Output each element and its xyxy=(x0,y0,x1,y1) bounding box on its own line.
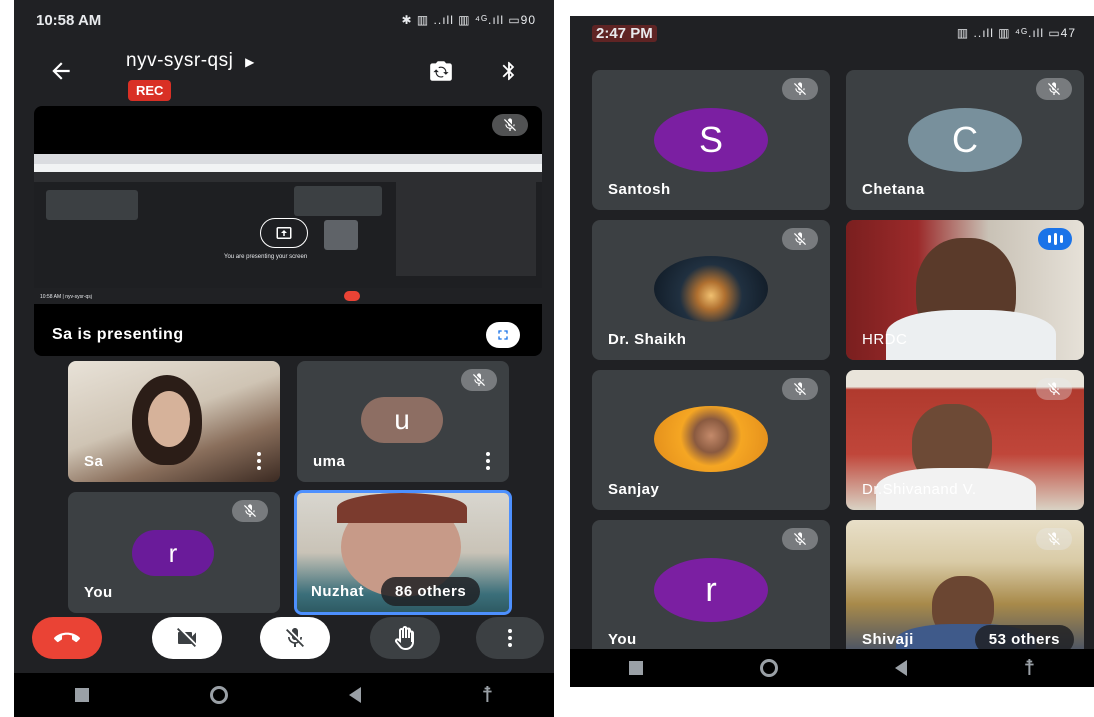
participant-name: Sanjay xyxy=(608,481,660,498)
participant-name: Nuzhat xyxy=(311,583,364,600)
participant-avatar: r xyxy=(132,530,214,576)
rec-badge: REC xyxy=(128,80,172,101)
right-phone-screen: 2:47 PM ▥ ..ıll ▥ ⁴ᴳ.ıll ▭47 S Santosh C… xyxy=(570,16,1094,687)
mic-off-icon xyxy=(782,78,818,100)
participant-avatar: C xyxy=(908,108,1022,172)
camera-toggle-button[interactable] xyxy=(152,617,222,659)
mic-off-icon xyxy=(782,378,818,400)
mic-off-icon xyxy=(461,369,497,391)
fullscreen-button[interactable] xyxy=(486,322,520,348)
participant-tile[interactable]: r You xyxy=(68,492,280,613)
accessibility-icon[interactable]: ☨ xyxy=(1024,655,1036,681)
android-nav-bar: ☨ xyxy=(14,673,554,717)
participant-tile[interactable]: Dr. Shaikh xyxy=(592,220,830,360)
home-icon[interactable] xyxy=(759,659,778,677)
mic-off-icon xyxy=(1036,528,1072,550)
home-icon[interactable] xyxy=(209,686,228,704)
participant-name: Chetana xyxy=(862,181,925,198)
more-options-icon[interactable] xyxy=(256,452,262,470)
mic-off-icon xyxy=(1036,378,1072,400)
status-icons: ▥ ..ıll ▥ ⁴ᴳ.ıll ▭47 xyxy=(956,26,1076,40)
presenting-notice: You are presenting your screen xyxy=(224,254,308,260)
status-time: 10:58 AM xyxy=(36,11,102,29)
more-vert-icon xyxy=(507,629,513,647)
left-phone-screen: 10:58 AM ✱ ▥ ..ıll ▥ ⁴ᴳ.ıll ▭90 nyv-sysr… xyxy=(14,0,554,717)
android-nav-bar: ☨ xyxy=(570,649,1094,687)
participant-avatar: u xyxy=(361,397,443,443)
face-shape xyxy=(148,391,190,447)
participant-name: Shivaji xyxy=(862,631,914,648)
mic-off-icon xyxy=(1036,78,1072,100)
shared-screen-preview: You are presenting your screen 10:58 AM … xyxy=(34,154,542,304)
more-options-icon[interactable] xyxy=(485,452,491,470)
participant-name: uma xyxy=(313,453,346,470)
status-icons: ✱ ▥ ..ıll ▥ ⁴ᴳ.ıll ▭90 xyxy=(401,13,536,27)
participant-tile[interactable]: Shivaji 53 others xyxy=(846,520,1084,660)
accessibility-icon[interactable]: ☨ xyxy=(482,682,494,708)
participant-avatar: r xyxy=(654,558,768,622)
participant-photo-avatar xyxy=(654,256,768,322)
participant-name: You xyxy=(84,584,113,601)
presenting-caption: Sa is presenting xyxy=(52,326,184,343)
participant-name: HRDC xyxy=(862,331,908,348)
back-icon[interactable] xyxy=(348,687,361,703)
meeting-title[interactable]: nyv-sysr-qsj ▶ xyxy=(126,50,255,72)
participant-name: Dr.Shivanand V. xyxy=(862,481,977,498)
participant-tile[interactable]: C Chetana xyxy=(846,70,1084,210)
participant-tile[interactable]: Nuzhat 86 others xyxy=(294,490,512,615)
switch-camera-icon[interactable] xyxy=(426,58,456,84)
mic-off-icon xyxy=(492,114,528,136)
participant-photo-avatar xyxy=(654,406,768,472)
participant-tile[interactable]: u uma xyxy=(297,361,509,482)
participant-tile[interactable]: HRDC xyxy=(846,220,1084,360)
back-arrow-icon[interactable] xyxy=(48,58,74,84)
bluetooth-icon[interactable] xyxy=(498,58,520,84)
status-bar: 10:58 AM ✱ ▥ ..ıll ▥ ⁴ᴳ.ıll ▭90 xyxy=(14,0,554,40)
end-call-button[interactable] xyxy=(32,617,102,659)
participant-name: Dr. Shaikh xyxy=(608,331,687,348)
status-bar: 2:47 PM ▥ ..ıll ▥ ⁴ᴳ.ıll ▭47 xyxy=(570,16,1094,50)
mic-toggle-button[interactable] xyxy=(260,617,330,659)
camera-off-icon xyxy=(177,628,196,647)
mic-off-icon xyxy=(782,228,818,250)
presentation-panel[interactable]: You are presenting your screen 10:58 AM … xyxy=(34,106,542,356)
participant-name: Sa xyxy=(84,453,104,470)
present-screen-icon xyxy=(260,218,308,248)
raise-hand-button[interactable] xyxy=(370,617,440,659)
participant-tile[interactable]: Dr.Shivanand V. xyxy=(846,370,1084,510)
mic-off-icon xyxy=(782,528,818,550)
inner-meeting-info: 10:58 AM | nyv-sysr-qsj xyxy=(40,294,92,300)
others-count[interactable]: 86 others xyxy=(381,577,481,606)
speaking-indicator-icon xyxy=(1038,228,1072,250)
fullscreen-icon xyxy=(498,330,508,340)
recents-icon[interactable] xyxy=(74,688,89,702)
participant-avatar: S xyxy=(654,108,768,172)
participant-name: Santosh xyxy=(608,181,671,198)
caret-right-icon: ▶ xyxy=(245,55,255,69)
participant-tile[interactable]: Sa xyxy=(68,361,280,482)
face-shape xyxy=(337,493,467,523)
participant-tile[interactable]: S Santosh xyxy=(592,70,830,210)
participant-name: You xyxy=(608,631,637,648)
more-options-button[interactable] xyxy=(476,617,544,659)
status-time: 2:47 PM xyxy=(592,24,657,42)
mic-off-icon xyxy=(232,500,268,522)
meeting-code: nyv-sysr-qsj xyxy=(126,50,234,71)
recents-icon[interactable] xyxy=(628,661,643,675)
back-icon[interactable] xyxy=(894,660,907,676)
participant-tile[interactable]: Sanjay xyxy=(592,370,830,510)
hang-up-icon xyxy=(54,632,80,643)
mic-off-icon xyxy=(286,628,304,647)
hand-icon xyxy=(395,626,414,650)
participant-tile[interactable]: r You xyxy=(592,520,830,660)
face-shape xyxy=(886,310,1056,360)
